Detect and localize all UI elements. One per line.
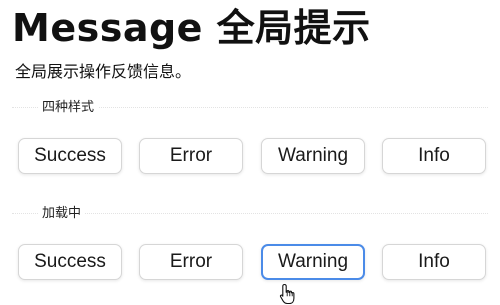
loading-info-button[interactable]: Info	[382, 244, 486, 280]
section-title-styles: 四种样式	[38, 98, 99, 116]
section-header-loading: 加载中	[0, 204, 500, 222]
button-row-styles: Success Error Warning Info	[0, 138, 500, 180]
hand-pointer-icon	[279, 283, 295, 305]
page-description: 全局展示操作反馈信息。	[15, 64, 192, 81]
section-title-loading: 加载中	[38, 204, 86, 222]
loading-error-button[interactable]: Error	[139, 244, 243, 280]
section-header-styles: 四种样式	[0, 98, 500, 116]
loading-warning-button[interactable]: Warning	[261, 244, 365, 280]
button-row-loading: Success Error Warning Info	[0, 244, 500, 286]
warning-button[interactable]: Warning	[261, 138, 365, 174]
success-button[interactable]: Success	[18, 138, 122, 174]
info-button[interactable]: Info	[382, 138, 486, 174]
loading-success-button[interactable]: Success	[18, 244, 122, 280]
error-button[interactable]: Error	[139, 138, 243, 174]
page-title: Message 全局提示	[12, 6, 371, 50]
